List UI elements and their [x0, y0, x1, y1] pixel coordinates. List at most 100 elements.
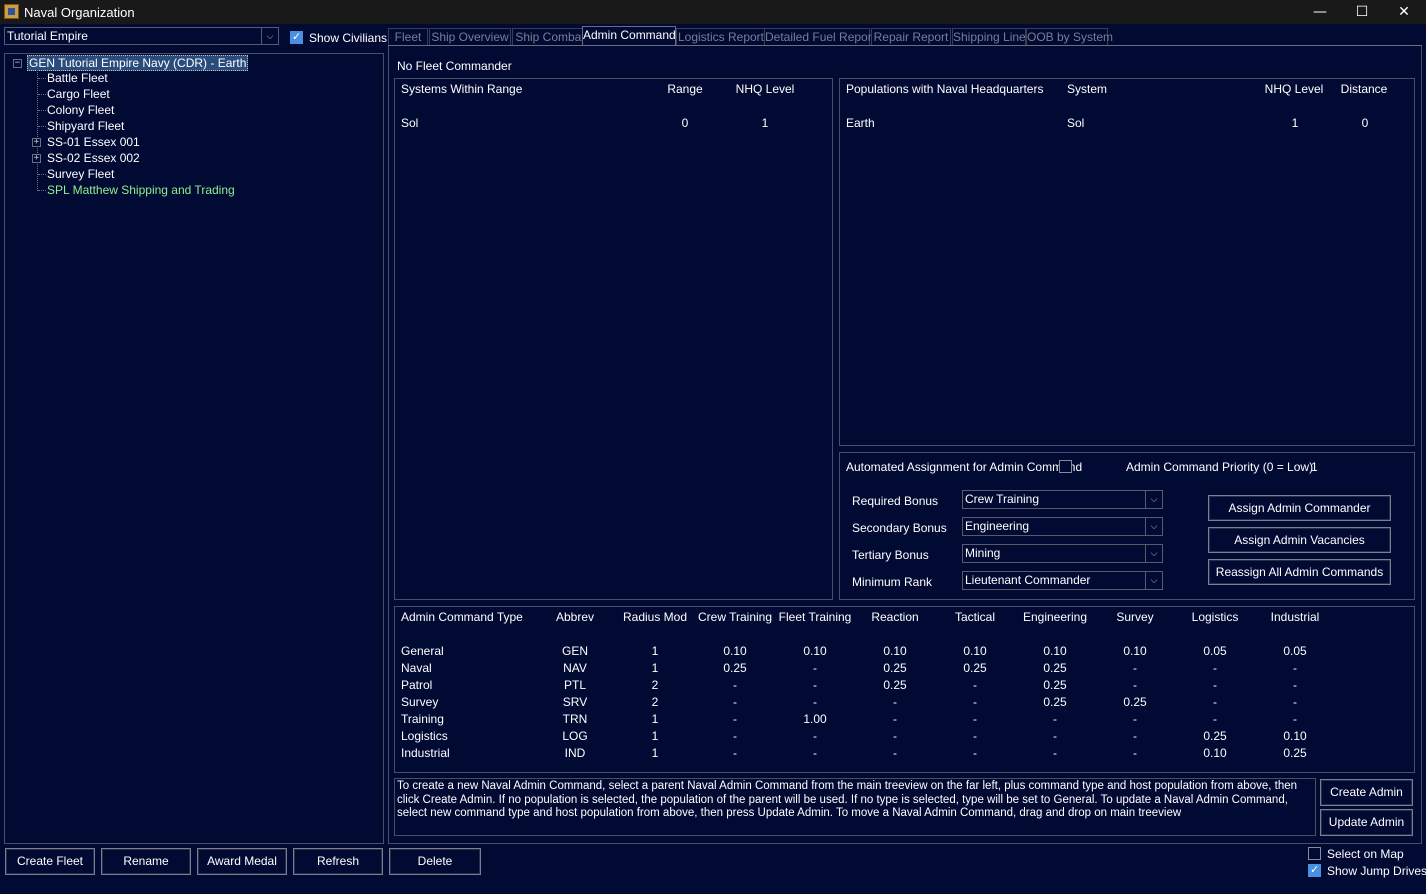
- table-cell[interactable]: 2: [652, 678, 659, 692]
- table-cell[interactable]: 0.10: [723, 644, 746, 658]
- tree-node-cargo-fleet[interactable]: Cargo Fleet: [47, 87, 110, 101]
- command-type-name[interactable]: Patrol: [401, 678, 432, 692]
- table-cell[interactable]: 0.25: [883, 678, 906, 692]
- table-cell[interactable]: -: [1133, 678, 1137, 692]
- table-cell[interactable]: -: [1133, 729, 1137, 743]
- table-cell[interactable]: -: [1053, 729, 1057, 743]
- tab-shipping-line[interactable]: Shipping Line: [952, 28, 1026, 46]
- table-cell[interactable]: 0.10: [1203, 746, 1226, 760]
- command-type-name[interactable]: Naval: [401, 661, 432, 675]
- table-cell[interactable]: -: [1213, 661, 1217, 675]
- collapse-icon[interactable]: −: [13, 59, 22, 68]
- table-cell[interactable]: 0.25: [1043, 678, 1066, 692]
- table-cell[interactable]: -: [733, 746, 737, 760]
- tree-node-ss-02[interactable]: SS-02 Essex 002: [47, 151, 140, 165]
- tree-node-colony-fleet[interactable]: Colony Fleet: [47, 103, 114, 117]
- tab-admin-command[interactable]: Admin Command: [582, 26, 676, 46]
- table-cell[interactable]: 0.25: [1043, 661, 1066, 675]
- table-cell[interactable]: -: [893, 695, 897, 709]
- table-cell[interactable]: -: [813, 695, 817, 709]
- tree-node-survey-fleet[interactable]: Survey Fleet: [47, 167, 114, 181]
- table-cell[interactable]: 0.25: [1283, 746, 1306, 760]
- table-cell[interactable]: -: [1213, 678, 1217, 692]
- table-cell[interactable]: -: [1133, 746, 1137, 760]
- table-cell[interactable]: -: [813, 661, 817, 675]
- table-cell[interactable]: 0.05: [1283, 644, 1306, 658]
- tab-logistics-report[interactable]: Logistics Report: [676, 28, 766, 46]
- table-cell[interactable]: 0.25: [883, 661, 906, 675]
- tree-node-ss-01[interactable]: SS-01 Essex 001: [47, 135, 140, 149]
- table-cell[interactable]: -: [1053, 746, 1057, 760]
- table-cell[interactable]: 1: [652, 746, 659, 760]
- table-cell[interactable]: -: [973, 678, 977, 692]
- table-cell[interactable]: Earth: [846, 116, 875, 130]
- table-cell[interactable]: -: [813, 746, 817, 760]
- table-cell[interactable]: PTL: [564, 678, 586, 692]
- table-cell[interactable]: -: [1213, 712, 1217, 726]
- table-cell[interactable]: -: [893, 729, 897, 743]
- table-cell[interactable]: 1: [652, 729, 659, 743]
- expand-icon[interactable]: +: [32, 138, 41, 147]
- table-cell[interactable]: -: [893, 746, 897, 760]
- table-cell[interactable]: 0.10: [963, 644, 986, 658]
- auto-assignment-checkbox[interactable]: [1059, 460, 1072, 473]
- table-cell[interactable]: IND: [565, 746, 586, 760]
- command-type-name[interactable]: Survey: [401, 695, 438, 709]
- table-cell[interactable]: 1: [652, 712, 659, 726]
- assign-admin-commander-button[interactable]: Assign Admin Commander: [1208, 495, 1391, 521]
- table-cell[interactable]: 0.25: [1123, 695, 1146, 709]
- tab-fleet[interactable]: Fleet: [388, 28, 428, 46]
- command-type-name[interactable]: Industrial: [401, 746, 450, 760]
- table-cell[interactable]: 0.10: [803, 644, 826, 658]
- table-cell[interactable]: -: [973, 729, 977, 743]
- table-cell[interactable]: -: [733, 678, 737, 692]
- delete-button[interactable]: Delete: [389, 848, 481, 875]
- tab-ship-combat[interactable]: Ship Combat: [512, 28, 588, 46]
- table-cell[interactable]: 1.00: [803, 712, 826, 726]
- command-types-table[interactable]: Admin Command Type Abbrev Radius Mod Crew T…: [394, 606, 1415, 773]
- table-cell[interactable]: -: [1293, 695, 1297, 709]
- show-jump-drives-checkbox[interactable]: [1308, 863, 1321, 877]
- populations-table[interactable]: Populations with Naval Headquarters Syst…: [839, 78, 1415, 446]
- table-cell[interactable]: Sol: [1067, 116, 1084, 130]
- table-cell[interactable]: SRV: [563, 695, 587, 709]
- tab-ship-overview[interactable]: Ship Overview: [429, 28, 511, 46]
- table-cell[interactable]: -: [733, 712, 737, 726]
- table-cell[interactable]: LOG: [562, 729, 587, 743]
- assign-admin-vacancies-button[interactable]: Assign Admin Vacancies: [1208, 527, 1391, 553]
- table-cell[interactable]: 0: [682, 116, 689, 130]
- table-cell[interactable]: 0.25: [963, 661, 986, 675]
- close-icon[interactable]: ✕: [1383, 0, 1425, 24]
- table-cell[interactable]: 0.25: [1043, 695, 1066, 709]
- table-cell[interactable]: Sol: [401, 116, 418, 130]
- priority-value[interactable]: 1: [1311, 460, 1318, 474]
- table-cell[interactable]: 1: [652, 661, 659, 675]
- table-cell[interactable]: GEN: [562, 644, 588, 658]
- tree-node-shipyard-fleet[interactable]: Shipyard Fleet: [47, 119, 124, 133]
- table-cell[interactable]: -: [1293, 678, 1297, 692]
- table-cell[interactable]: 0.10: [1123, 644, 1146, 658]
- table-cell[interactable]: -: [1053, 712, 1057, 726]
- table-cell[interactable]: -: [1293, 712, 1297, 726]
- table-cell[interactable]: 2: [652, 695, 659, 709]
- command-type-name[interactable]: Logistics: [401, 729, 448, 743]
- update-admin-button[interactable]: Update Admin: [1320, 809, 1413, 836]
- table-cell[interactable]: -: [1133, 712, 1137, 726]
- table-cell[interactable]: 0.10: [1043, 644, 1066, 658]
- table-cell[interactable]: -: [973, 695, 977, 709]
- table-cell[interactable]: TRN: [563, 712, 588, 726]
- table-cell[interactable]: -: [733, 695, 737, 709]
- table-cell[interactable]: NAV: [563, 661, 587, 675]
- table-cell[interactable]: -: [893, 712, 897, 726]
- maximize-icon[interactable]: ☐: [1341, 0, 1383, 24]
- fleet-tree[interactable]: − GEN Tutorial Empire Navy (CDR) - Earth…: [4, 53, 384, 844]
- table-cell[interactable]: 0.25: [723, 661, 746, 675]
- table-cell[interactable]: -: [973, 712, 977, 726]
- minimize-icon[interactable]: —: [1299, 0, 1341, 24]
- table-cell[interactable]: 1: [1292, 116, 1299, 130]
- select-on-map-checkbox[interactable]: [1308, 847, 1321, 860]
- award-medal-button[interactable]: Award Medal: [197, 848, 287, 875]
- minimum-rank-select[interactable]: Lieutenant Commander ⌵: [962, 571, 1163, 590]
- table-cell[interactable]: 0.05: [1203, 644, 1226, 658]
- table-cell[interactable]: 1: [762, 116, 769, 130]
